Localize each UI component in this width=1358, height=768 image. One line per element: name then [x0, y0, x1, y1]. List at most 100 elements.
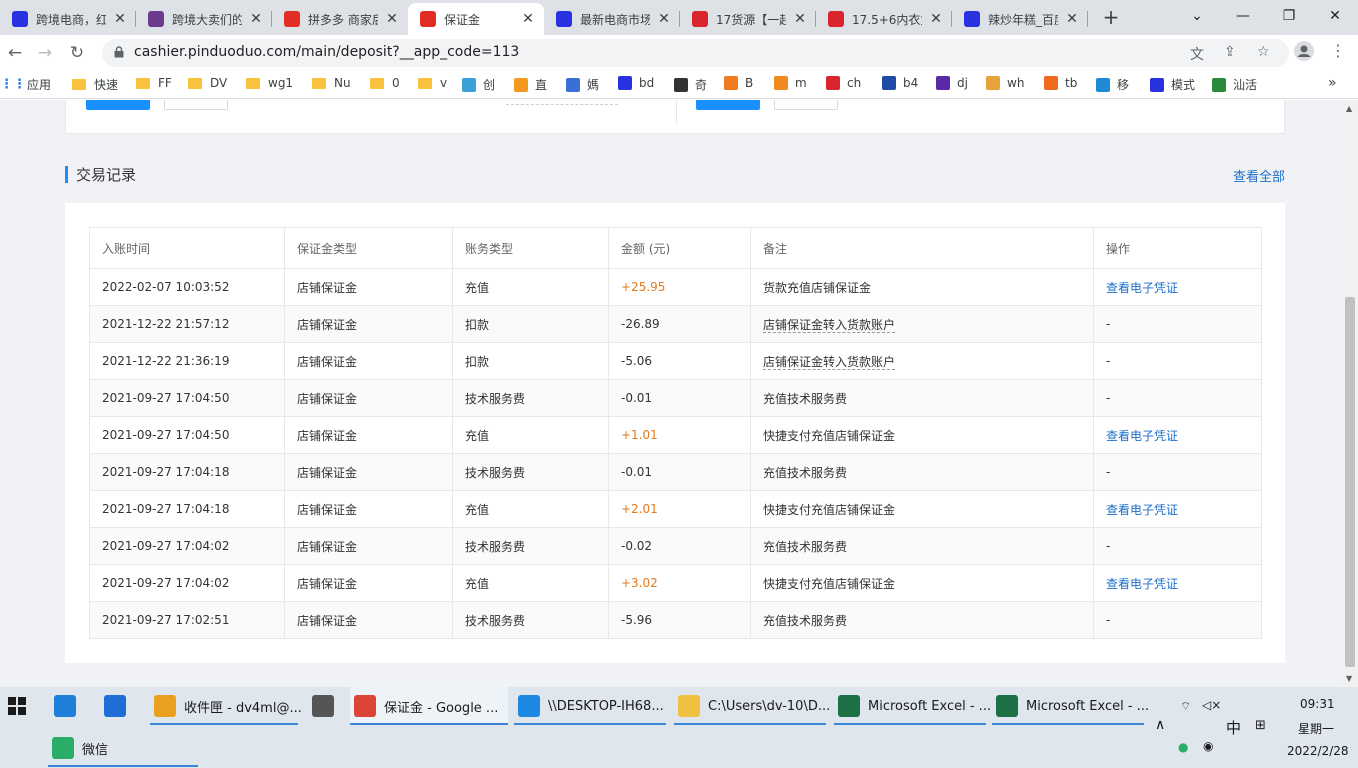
bookmark-item[interactable]: 创	[462, 76, 495, 93]
browser-tab[interactable]: 17货源【一起 ✕	[680, 3, 816, 35]
clock-date[interactable]: 2022/2/28	[1287, 744, 1349, 758]
bookmark-item[interactable]: ch	[826, 76, 861, 90]
browser-tab[interactable]: 17.5+6内衣女 ✕	[816, 3, 952, 35]
new-tab-button[interactable]: +	[1098, 5, 1124, 31]
bookmark-folder[interactable]: Nu	[312, 76, 351, 90]
bookmark-item[interactable]: ⋮⋮ 应用	[0, 76, 51, 93]
browser-tab[interactable]: 保证金 ✕	[408, 3, 544, 35]
view-voucher-link[interactable]: 查看电子凭证	[1106, 503, 1178, 517]
scroll-down-icon[interactable]: ▼	[1346, 674, 1352, 683]
browser-tab[interactable]: 拼多多 商家后 ✕	[272, 3, 408, 35]
close-window-button[interactable]: ✕	[1312, 0, 1358, 32]
close-tab-icon[interactable]: ✕	[792, 11, 808, 27]
note-text[interactable]: 店铺保证金转入货款账户	[763, 354, 896, 370]
view-voucher-link[interactable]: 查看电子凭证	[1106, 429, 1178, 443]
taskbar-item[interactable]: 保证金 - Google ...	[350, 687, 508, 725]
note-text[interactable]: 店铺保证金转入货款账户	[763, 317, 896, 333]
profile-icon[interactable]	[1294, 41, 1314, 65]
menu-icon[interactable]: ⋮	[1330, 41, 1346, 60]
bookmark-item[interactable]: bd	[618, 76, 654, 90]
taskbar-item[interactable]	[312, 687, 340, 725]
cell-txn-type: 技术服务费	[452, 527, 609, 565]
withdraw-button[interactable]	[164, 100, 228, 110]
bookmark-item[interactable]: m	[774, 76, 807, 90]
taskbar-item[interactable]: 微信	[48, 729, 198, 767]
bookmark-item[interactable]: wh	[986, 76, 1024, 90]
scrollbar-thumb[interactable]	[1345, 297, 1355, 667]
taskbar-item[interactable]: 收件匣 - dv4ml@...	[150, 687, 302, 725]
start-button[interactable]	[6, 687, 28, 725]
taskbar-item[interactable]: Microsoft Excel - ...	[992, 687, 1149, 725]
bookmark-item[interactable]: 模式	[1150, 76, 1195, 93]
close-tab-icon[interactable]: ✕	[656, 11, 672, 27]
ie-icon	[54, 695, 76, 717]
browser-tab[interactable]: 辣炒年糕_百度 ✕	[952, 3, 1088, 35]
close-tab-icon[interactable]: ✕	[384, 11, 400, 27]
volume-icon[interactable]: ◁×	[1202, 698, 1221, 712]
bookmark-item[interactable]: b4	[882, 76, 918, 90]
minimize-button[interactable]: —	[1220, 0, 1266, 32]
browser-tab[interactable]: 最新电商市场 ✕	[544, 3, 680, 35]
browser-tab[interactable]: 跨境大卖们的 ✕	[136, 3, 272, 35]
taskbar-item[interactable]	[104, 687, 132, 725]
translate-icon[interactable]: 文	[1190, 44, 1204, 64]
recharge-button[interactable]	[696, 100, 760, 110]
more-bookmarks-icon[interactable]: »	[1328, 75, 1337, 91]
cell-txn-type-text: 技术服务费	[465, 465, 526, 480]
bookmark-item[interactable]: 奇	[674, 76, 707, 93]
bookmark-folder[interactable]: 0	[370, 76, 400, 90]
clock-weekday[interactable]: 星期一	[1298, 720, 1334, 737]
tab-title: 辣炒年糕_百度	[988, 12, 1058, 27]
browser-tab[interactable]: 跨境电商，红 ✕	[0, 3, 136, 35]
address-bar[interactable]: cashier.pinduoduo.com/main/deposit?__app…	[102, 39, 1289, 67]
withdraw-button[interactable]	[774, 100, 838, 110]
close-tab-icon[interactable]: ✕	[112, 11, 128, 27]
bookmark-item[interactable]: dj	[936, 76, 968, 90]
tab-search-icon[interactable]: ⌄	[1174, 0, 1220, 32]
view-all-link[interactable]: 查看全部	[1233, 166, 1285, 185]
bookmark-item[interactable]: 媽	[566, 76, 599, 93]
scroll-up-icon[interactable]: ▲	[1346, 104, 1352, 113]
bookmark-item[interactable]: 直	[514, 76, 547, 93]
bookmark-item[interactable]: 移	[1096, 76, 1129, 93]
close-tab-icon[interactable]: ✕	[520, 11, 536, 27]
qq-tray-icon[interactable]: ◉	[1203, 739, 1213, 753]
bookmark-item[interactable]: 汕活	[1212, 76, 1257, 93]
recharge-button[interactable]	[86, 100, 150, 110]
tray-expand-icon[interactable]: ∧	[1155, 717, 1165, 733]
close-tab-icon[interactable]: ✕	[1064, 11, 1080, 27]
bookmark-item[interactable]: tb	[1044, 76, 1077, 90]
taskbar-item[interactable]: Microsoft Excel - ...	[834, 687, 991, 725]
bookmark-folder[interactable]: v	[418, 76, 447, 90]
network-icon[interactable]: ⌔	[1180, 699, 1191, 714]
cell-txn-type-text: 充值	[465, 502, 490, 517]
bookmark-folder[interactable]: wg1	[246, 76, 293, 90]
taskbar-item[interactable]: C:\Users\dv-10\D...	[674, 687, 830, 725]
bookmark-folder[interactable]: 快速	[72, 76, 118, 93]
taskbar-item[interactable]	[54, 687, 82, 725]
wechat-tray-icon[interactable]: ●	[1178, 740, 1188, 754]
bookmark-star-icon[interactable]: ☆	[1257, 44, 1270, 60]
view-voucher-link[interactable]: 查看电子凭证	[1106, 577, 1178, 591]
bookmark-folder[interactable]: FF	[136, 76, 172, 90]
taskbar-item[interactable]: \\DESKTOP-IH68...	[514, 687, 666, 725]
share-icon[interactable]: ⇪	[1224, 44, 1236, 60]
close-tab-icon[interactable]: ✕	[248, 11, 264, 27]
forward-button[interactable]: →	[32, 40, 58, 66]
site-favicon-icon	[826, 76, 840, 90]
cell-deposit-type: 店铺保证金	[284, 342, 453, 380]
bookmark-folder[interactable]: DV	[188, 76, 227, 90]
reload-button[interactable]: ↻	[64, 40, 90, 66]
outlook-icon	[154, 695, 176, 717]
cell-time-text: 2022-02-07 10:03:52	[102, 280, 230, 294]
restore-button[interactable]: ❐	[1266, 0, 1312, 32]
clock-time[interactable]: 09:31	[1300, 697, 1335, 711]
bookmark-item[interactable]: B	[724, 76, 753, 90]
vertical-scrollbar[interactable]: ▲ ▼	[1342, 100, 1358, 687]
cell-time-text: 2021-12-22 21:36:19	[102, 354, 230, 368]
ime-indicator[interactable]: 中	[1226, 717, 1241, 738]
close-tab-icon[interactable]: ✕	[928, 11, 944, 27]
view-voucher-link[interactable]: 查看电子凭证	[1106, 281, 1178, 295]
back-button[interactable]: ←	[2, 40, 28, 66]
keyboard-icon[interactable]: ⊞	[1255, 718, 1266, 733]
